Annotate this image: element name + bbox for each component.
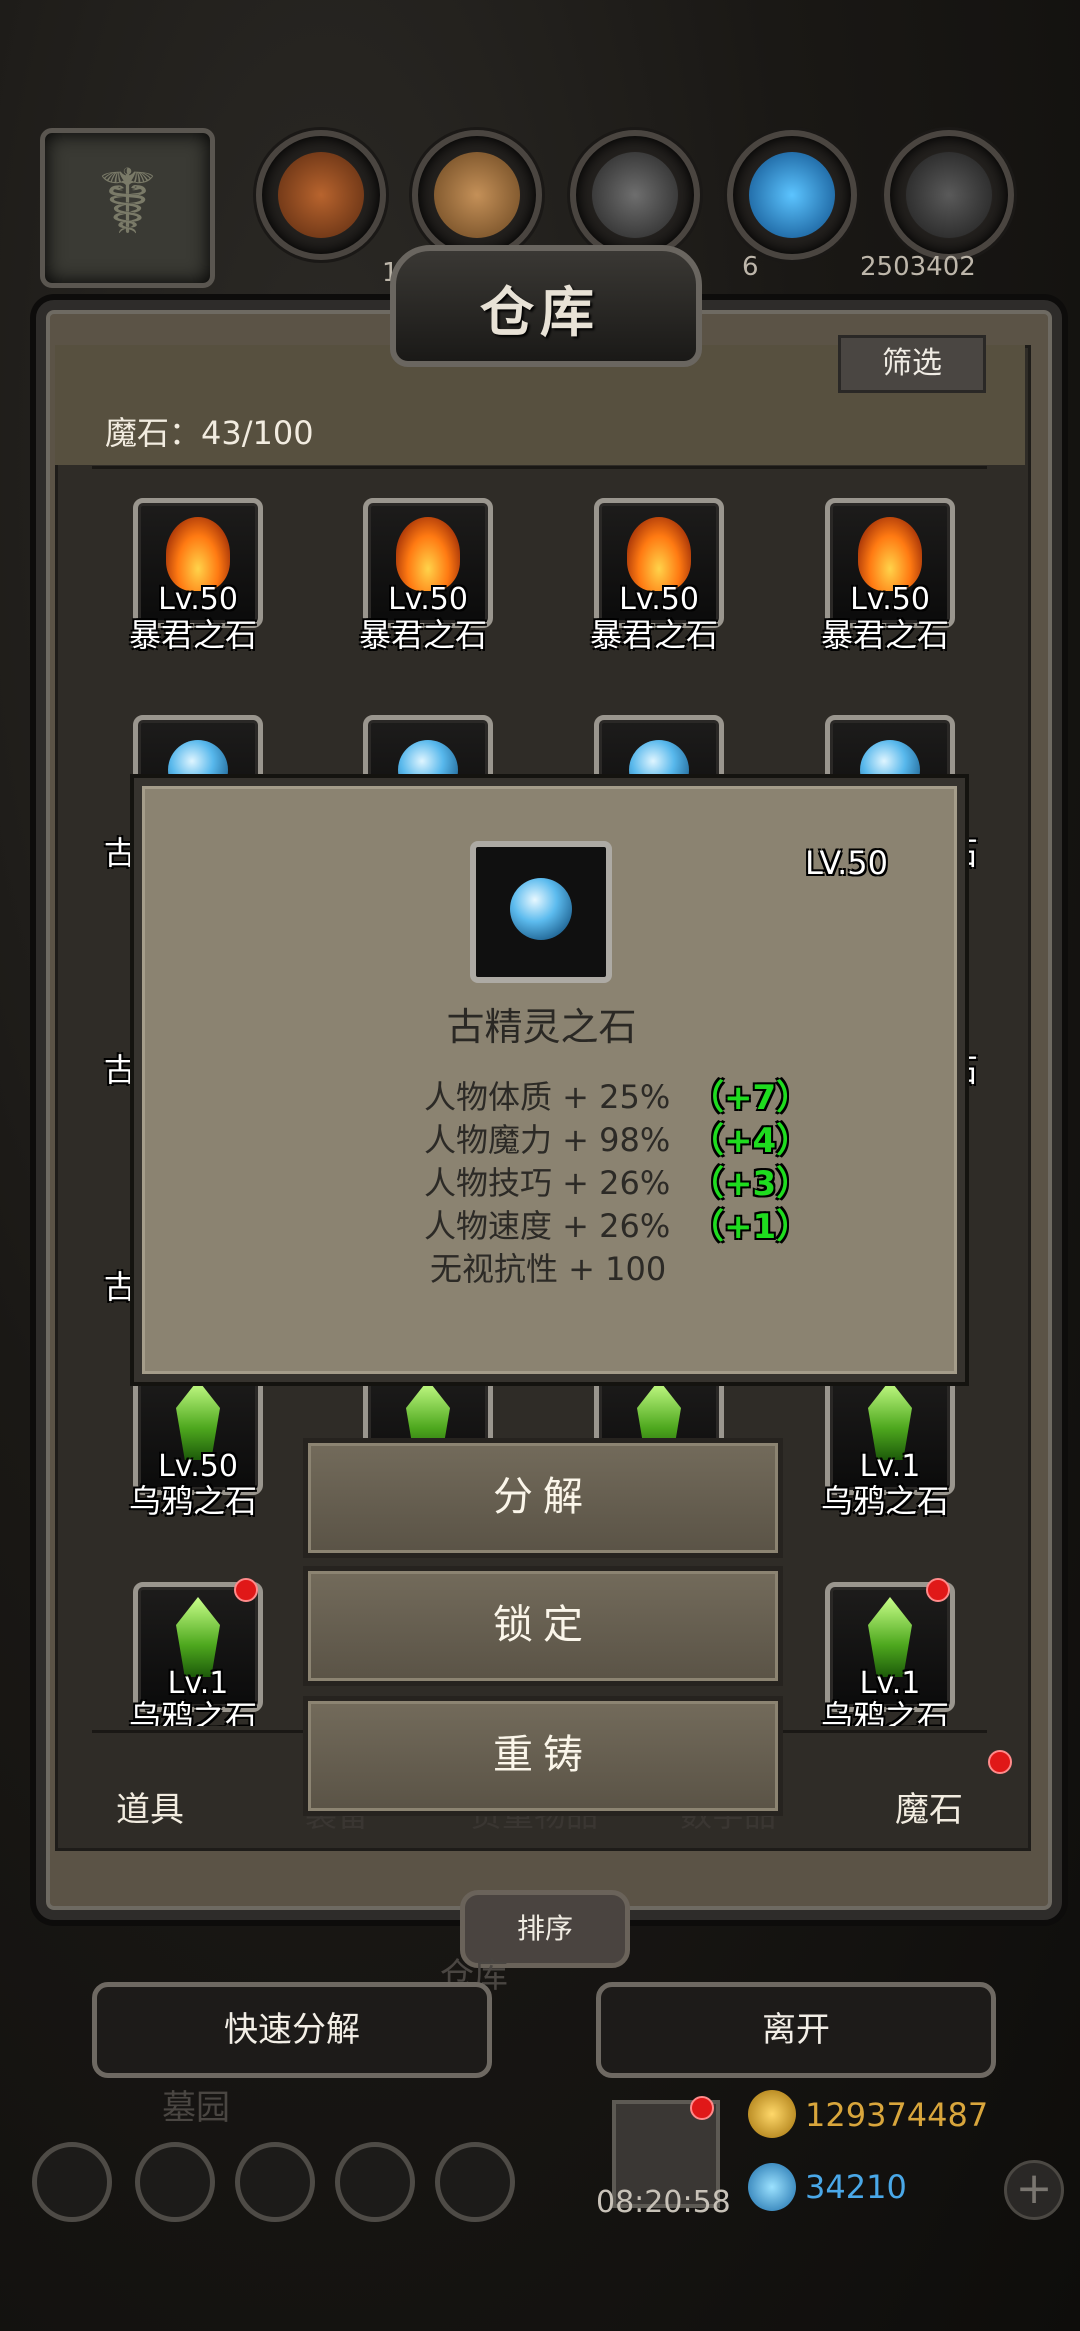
- add-currency-button[interactable]: +: [1004, 2160, 1064, 2220]
- item-detail-level: LV.50: [805, 844, 888, 882]
- fire-stone-icon: [396, 517, 460, 591]
- stone-icon: [906, 152, 992, 238]
- fire-stone-icon: [166, 517, 230, 591]
- stat-line: 人物速度 + 26%: [424, 1207, 671, 1245]
- reforge-button[interactable]: 重铸: [303, 1696, 783, 1816]
- lock-button[interactable]: 锁定: [303, 1566, 783, 1686]
- item-name: 暴君之石: [128, 616, 257, 654]
- resource-slot-crystal[interactable]: [727, 130, 857, 260]
- gem-icon: [748, 2163, 796, 2211]
- tab-magic-stones[interactable]: 魔石: [895, 1782, 963, 1831]
- item-name: 乌鸦之石: [820, 1482, 949, 1520]
- guild-icon[interactable]: [435, 2142, 515, 2222]
- filter-button[interactable]: 筛选: [838, 335, 986, 393]
- fire-stone-icon: [858, 517, 922, 591]
- green-crystal-stone-icon: [868, 1597, 912, 1677]
- quick-decompose-button[interactable]: 快速分解: [92, 1982, 492, 2078]
- resource-count-stone: 2503402: [860, 252, 976, 282]
- resource-slot-plank[interactable]: [412, 130, 542, 260]
- header-divider: [92, 466, 987, 469]
- green-crystal-stone-icon: [176, 1597, 220, 1677]
- item-slot[interactable]: Lv.50: [133, 498, 263, 628]
- gold-amount: 129374487: [805, 2096, 989, 2134]
- green-crystal-stone-icon: [868, 1380, 912, 1460]
- guild-emblem[interactable]: ☤: [40, 128, 215, 288]
- stat-line: 人物魔力 + 98%: [424, 1121, 671, 1159]
- leave-button[interactable]: 离开: [596, 1982, 996, 2078]
- gift-notification-badge: [690, 2096, 714, 2120]
- plank-icon: [434, 152, 520, 238]
- stat-line: 人物体质 + 25%: [424, 1078, 671, 1116]
- green-crystal-stone-icon: [176, 1380, 220, 1460]
- resource-count-crystal: 6: [742, 252, 759, 282]
- resource-slot-wood[interactable]: [256, 130, 386, 260]
- item-name: 暴君之石: [820, 616, 949, 654]
- blue-orb-stone-icon: [510, 878, 572, 940]
- mail-icon[interactable]: [335, 2142, 415, 2222]
- item-name: 暴君之石: [358, 616, 487, 654]
- stat-line: 无视抗性 + 100: [430, 1250, 667, 1288]
- crystal-icon: [749, 152, 835, 238]
- item-name: 乌鸦之石: [128, 1698, 257, 1726]
- stat-bonus: （+4）: [690, 1121, 811, 1161]
- cemetery-label: 墓园: [162, 2088, 230, 2128]
- tab-items[interactable]: 道具: [116, 1782, 184, 1831]
- resource-slot-stone[interactable]: [884, 130, 1014, 260]
- log-icon: [278, 152, 364, 238]
- book-icon[interactable]: [235, 2142, 315, 2222]
- stat-bonus: （+3）: [690, 1164, 811, 1204]
- decompose-button[interactable]: 分解: [303, 1438, 783, 1558]
- item-name: 乌鸦之石: [128, 1482, 257, 1520]
- gift-timer: 08:20:58: [596, 2185, 731, 2220]
- stat-line: 人物技巧 + 26%: [424, 1164, 671, 1202]
- gem-amount: 34210: [805, 2168, 907, 2206]
- gold-coin-icon: [748, 2090, 796, 2138]
- item-slot[interactable]: Lv.50: [825, 498, 955, 628]
- item-name: 暴君之石: [589, 616, 718, 654]
- item-detail-name: 古精灵之石: [446, 1005, 637, 1049]
- resource-slot-iron[interactable]: [570, 130, 700, 260]
- new-item-badge: [926, 1578, 950, 1602]
- item-slot[interactable]: Lv.50: [363, 498, 493, 628]
- page-title: 仓库: [480, 281, 600, 344]
- settings-icon[interactable]: [32, 2142, 112, 2222]
- achievement-icon[interactable]: [135, 2142, 215, 2222]
- stat-bonus: （+7）: [690, 1078, 811, 1118]
- stone-capacity-count: 魔石：43/100: [105, 414, 314, 452]
- iron-icon: [592, 152, 678, 238]
- stat-bonus: （+1）: [690, 1207, 811, 1247]
- fire-stone-icon: [627, 517, 691, 591]
- new-item-badge: [234, 1578, 258, 1602]
- tab-notification-badge: [988, 1750, 1012, 1774]
- emblem-icon: ☤: [97, 150, 158, 255]
- item-slot[interactable]: Lv.50: [594, 498, 724, 628]
- item-name: 乌鸦之石: [820, 1698, 949, 1726]
